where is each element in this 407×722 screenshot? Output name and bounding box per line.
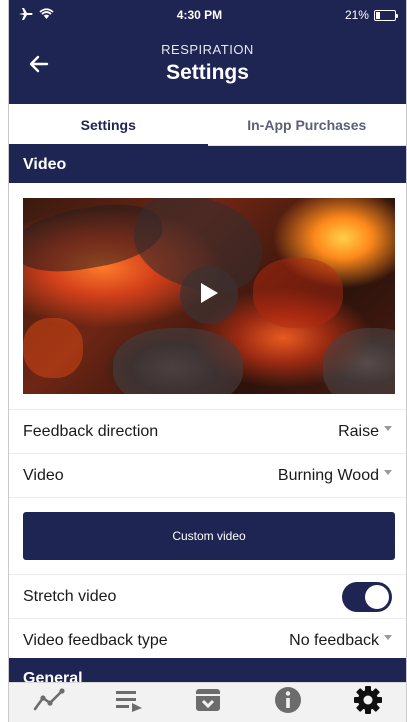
feedback-direction-row[interactable]: Feedback direction Raise [9,410,406,454]
nav-settings[interactable] [348,685,388,721]
feedback-direction-select[interactable]: Raise [338,423,392,441]
custom-video-container: Custom video [9,498,406,575]
status-time: 4:30 PM [176,8,223,22]
playlist-icon [114,688,144,717]
bottom-navigation [9,682,406,722]
tab-in-app-purchases[interactable]: In-App Purchases [208,104,407,145]
chevron-down-icon [384,470,392,475]
video-value: Burning Wood [277,466,379,484]
feedback-direction-label: Feedback direction [23,422,159,440]
video-preview-container [9,183,406,410]
video-select[interactable]: Burning Wood [278,467,392,485]
app-frame: 4:30 PM 21% RESPIRATION Settings Setting… [8,0,407,722]
video-feedback-type-label: Video feedback type [23,631,168,649]
back-arrow-icon[interactable] [27,52,51,76]
header: RESPIRATION Settings [9,30,406,104]
feedback-direction-value: Raise [338,422,379,440]
custom-video-button[interactable]: Custom video [23,512,395,560]
nav-playlist[interactable] [109,685,149,721]
airplane-icon [19,7,33,23]
header-subtitle: RESPIRATION [161,42,254,57]
graph-icon [32,688,66,717]
video-feedback-type-value: No feedback [289,631,379,649]
page-title: Settings [166,61,249,84]
play-button[interactable] [180,266,238,324]
archive-icon [194,687,222,718]
wifi-icon [39,8,54,22]
play-icon [198,281,220,310]
tab-settings[interactable]: Settings [9,104,208,146]
toggle-knob [365,584,389,609]
nav-info[interactable] [268,685,308,721]
stretch-video-row: Stretch video [9,575,406,619]
coal-shape [323,328,395,394]
stretch-video-label: Stretch video [23,587,117,605]
nav-graph[interactable] [29,685,69,721]
chevron-down-icon [384,426,392,431]
tab-bar: Settings In-App Purchases [9,104,406,146]
status-icons [19,7,54,23]
status-bar: 4:30 PM 21% [9,0,406,30]
battery-percent: 21% [344,8,369,22]
chevron-down-icon [384,635,392,640]
section-header-video: Video [9,146,406,183]
gear-icon [353,685,383,720]
coal-shape [113,328,243,394]
info-icon [274,686,302,719]
video-thumbnail[interactable] [23,198,395,394]
video-label: Video [23,466,64,484]
video-feedback-type-select[interactable]: No feedback [289,632,392,650]
nav-archive[interactable] [188,685,228,721]
battery-indicator: 21% [344,8,398,22]
ember-shape [253,258,343,328]
video-feedback-type-row[interactable]: Video feedback type No feedback [9,619,406,663]
ember-shape [23,318,83,378]
video-row[interactable]: Video Burning Wood [9,454,406,498]
stretch-video-toggle[interactable] [342,581,392,612]
battery-icon [373,9,398,21]
